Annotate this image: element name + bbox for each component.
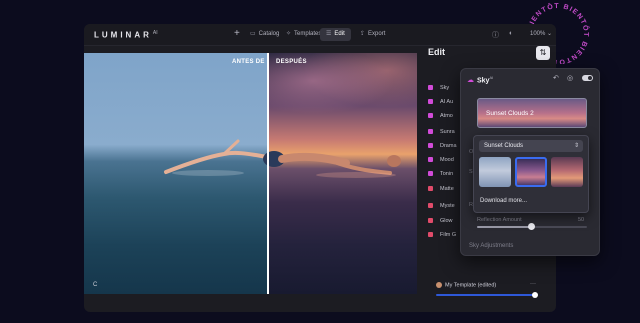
sky-selection-preview[interactable]: Sunset Clouds 2	[477, 98, 587, 128]
wind-icon	[428, 113, 433, 119]
compare-divider[interactable]	[267, 53, 269, 294]
zoom-level[interactable]: 100% ⌄	[530, 30, 552, 37]
folder-icon: ▭	[250, 31, 256, 37]
tab-export[interactable]: ⇪ Export	[354, 28, 391, 41]
tool-matte[interactable]: Matte	[428, 184, 454, 194]
template-more-icon[interactable]: ···	[530, 281, 536, 287]
reflection-amount-value: 50	[578, 217, 585, 223]
photo-canvas[interactable]: ANTES DE DESPUÉS C	[84, 53, 417, 294]
chevron-updown-icon: ⇕	[573, 143, 579, 149]
reflection-slider-fill	[477, 226, 532, 228]
tool-film-grain[interactable]: Film G	[428, 230, 456, 240]
tool-ai-augmented[interactable]: AI Au	[428, 97, 453, 107]
tool-glow[interactable]: Glow	[428, 216, 453, 226]
sky-adjustments-section[interactable]: Sky Adjustments	[469, 243, 513, 249]
tool-sunrays[interactable]: Sunra	[428, 127, 455, 137]
sky-thumbnail[interactable]	[551, 157, 583, 187]
sky-panel-title: ☁ SkyAI	[467, 75, 494, 85]
reflection-amount-label: Reflection Amount	[477, 217, 522, 223]
sparkle-icon: ✧	[286, 31, 292, 37]
tab-edit[interactable]: ☰ Edit	[320, 28, 351, 41]
tool-mood[interactable]: Mood	[428, 155, 454, 165]
cloud-icon	[428, 85, 433, 91]
selected-sky-label: Sunset Clouds 2	[486, 110, 534, 117]
template-row[interactable]: My Template (edited)	[436, 282, 496, 288]
template-slider-handle[interactable]	[532, 292, 538, 298]
edit-panel-title: Edit	[428, 47, 445, 57]
template-name: My Template (edited)	[445, 282, 497, 289]
tool-atmosphere[interactable]: Atmo	[428, 111, 453, 121]
sky-thumbnail-selected[interactable]	[515, 157, 547, 187]
tool-sky[interactable]: Sky	[428, 83, 449, 93]
tool-toning[interactable]: Tonin	[428, 169, 453, 179]
toning-icon	[428, 171, 433, 177]
undo-icon[interactable]: ↶	[553, 74, 559, 82]
mood-icon	[428, 157, 433, 163]
corner-label: C	[93, 282, 98, 288]
before-label: ANTES DE	[232, 59, 265, 65]
template-avatar	[436, 282, 442, 288]
template-amount-slider[interactable]	[436, 294, 536, 296]
export-icon: ⇪	[360, 31, 366, 37]
matte-icon	[428, 186, 433, 192]
drama-icon	[428, 143, 433, 149]
tool-mystical[interactable]: Myste	[428, 201, 455, 211]
cloud-icon: ☁	[467, 77, 474, 85]
after-label: DESPUÉS	[276, 59, 307, 65]
floating-person-image	[164, 139, 401, 178]
download-more-link[interactable]: Download more...	[480, 198, 527, 204]
cloud-icon	[428, 99, 433, 105]
sky-thumbnail[interactable]	[479, 157, 511, 187]
info-icon[interactable]: ⓘ	[492, 30, 499, 40]
film-icon	[428, 232, 433, 238]
compare-icon[interactable]: ◐	[509, 30, 513, 37]
app-logo: LUMINARAI	[94, 30, 158, 40]
sun-icon	[428, 129, 433, 135]
mask-icon[interactable]: ◎	[567, 74, 573, 82]
sky-dropdown: Sunset Clouds ⇕ Download more...	[473, 135, 589, 213]
sky-enable-toggle[interactable]	[582, 75, 593, 81]
glow-icon	[428, 218, 433, 224]
sky-category-select[interactable]: Sunset Clouds ⇕	[479, 140, 583, 152]
mystical-icon	[428, 203, 433, 209]
sliders-icon: ☰	[326, 31, 332, 37]
edit-adjust-button[interactable]: ⇅	[536, 46, 550, 60]
top-bar: LUMINARAI + ▭ Catalog ✧ Templates ☰ Edit ⇪ E…	[84, 24, 556, 46]
reflection-slider-handle[interactable]	[528, 223, 535, 230]
tool-drama[interactable]: Drama	[428, 141, 457, 151]
add-photos-icon[interactable]: +	[234, 28, 240, 39]
